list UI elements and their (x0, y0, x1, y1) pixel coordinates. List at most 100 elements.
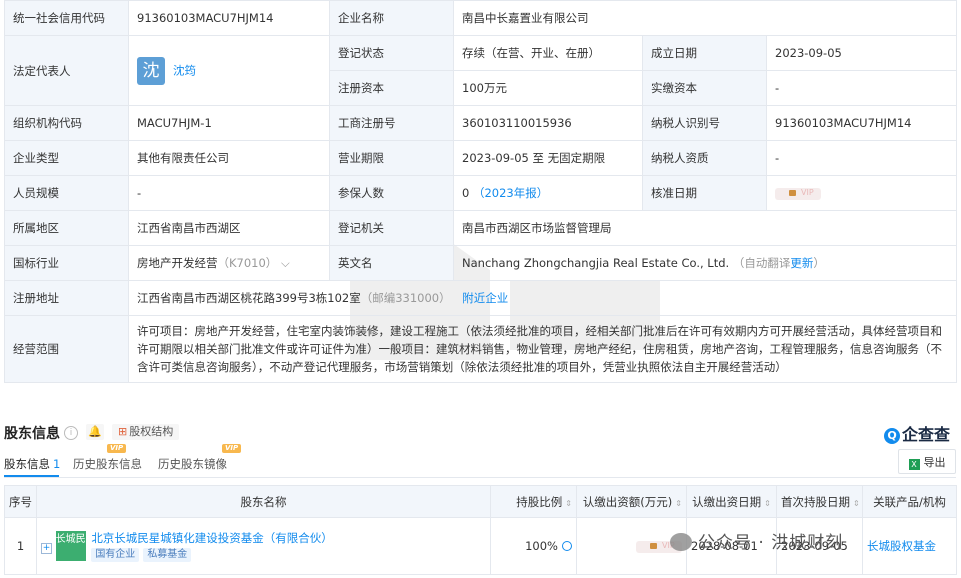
col-subscribe-date[interactable]: 认缴出资日期 ⇕ (686, 485, 777, 518)
founded-value: 2023-09-05 (765, 35, 958, 71)
tab-label: 历史股东信息 (73, 457, 142, 471)
reg-authority-value: 南昌市西湖区市场监督管理局 (452, 210, 958, 246)
col-amount[interactable]: 认缴出资额(万元) ⇕ (576, 485, 687, 518)
sort-icon: ⇕ (565, 498, 572, 508)
reg-status-label: 登记状态 (329, 35, 454, 71)
reg-capital-label: 注册资本 (329, 70, 454, 106)
staff-size-label: 人员规模 (4, 175, 129, 211)
company-name-label: 企业名称 (329, 0, 454, 36)
expand-icon[interactable]: + (41, 542, 52, 554)
bell-icon[interactable]: 🔔 (86, 424, 104, 440)
credit-code-label: 统一社会信用代码 (4, 0, 129, 36)
wechat-watermark: 公众号 · 洪城财刻 (670, 528, 843, 553)
info-icon[interactable]: i (64, 426, 78, 440)
credit-code-value: 91360103MACU7HJM14 (128, 0, 330, 36)
row-index: 1 (4, 517, 37, 575)
legal-rep-cell: 沈沈筠 (128, 35, 330, 106)
company-type-label: 企业类型 (4, 140, 129, 176)
insured-value: 0 (462, 186, 470, 200)
founded-label: 成立日期 (642, 35, 767, 71)
industry-cell[interactable]: 房地产开发经营（K7010） ⌵ (128, 245, 330, 281)
tab-count: 1 (53, 457, 61, 471)
approval-date-cell: VIP (765, 175, 958, 211)
tab-label: 股东信息 (4, 457, 50, 471)
excel-icon: X (908, 459, 920, 470)
approval-date-label: 核准日期 (642, 175, 767, 211)
biz-reg-no-label: 工商注册号 (329, 105, 454, 141)
industry-value: 房地产开发经营 (137, 256, 218, 270)
col-related: 关联产品/机构 (862, 485, 957, 518)
nearby-companies-link[interactable]: 附近企业 (462, 291, 508, 305)
taxpayer-qual-label: 纳税人资质 (642, 140, 767, 176)
scope-value: 许可项目：房地产开发经营，住宅室内装饰装修，建设工程施工（依法须经批准的项目，经… (127, 315, 958, 383)
address-value: 江西省南昌市西湖区桃花路399号3栋102室 (137, 291, 361, 305)
shareholder-name-link[interactable]: 北京长城民星城镇化建设投资基金（有限合伙） (91, 531, 333, 545)
tab-shareholders[interactable]: 股东信息 1 (4, 456, 61, 477)
vip-badge: VIP (107, 444, 127, 453)
org-code-label: 组织机构代码 (4, 105, 129, 141)
update-link[interactable]: 更新 (790, 256, 813, 270)
brand-logo: Q 企查查 (884, 421, 950, 445)
sort-icon: ⇕ (675, 498, 682, 508)
ratio-cell: 100% (490, 517, 577, 575)
taxpayer-id-label: 纳税人识别号 (642, 105, 767, 141)
paid-capital-value: - (765, 70, 958, 106)
shareholder-logo: 长城民星 (55, 531, 96, 561)
col-first-hold-date[interactable]: 首次持股日期 ⇕ (776, 485, 863, 518)
company-name-value: 南昌中长嘉置业有限公司 (452, 0, 958, 36)
tab-history-mirror[interactable]: 历史股东镜像 VIP (158, 444, 242, 472)
vip-badge: VIP (222, 444, 242, 453)
industry-code: （K7010） (217, 256, 278, 270)
english-name-cell: Nanchang Zhongchangjia Real Estate Co., … (452, 245, 958, 281)
reg-status-value: 存续（在营、开业、在册） (453, 35, 643, 71)
legal-rep-link[interactable]: 沈筠 (173, 63, 196, 77)
taxpayer-id-value: 91360103MACU7HJM14 (765, 105, 958, 141)
scope-label: 经营范围 (4, 315, 129, 383)
legal-rep-avatar[interactable]: 沈 (137, 56, 165, 85)
divider (4, 477, 956, 478)
chevron-down-icon[interactable]: ⌵ (281, 256, 290, 270)
ratio-value: 100% (525, 539, 558, 553)
col-ratio[interactable]: 持股比例 ⇕ (490, 485, 577, 518)
english-name-label: 英文名 (329, 245, 454, 281)
org-code-value: MACU7HJM-1 (128, 105, 330, 141)
company-type-value: 其他有限责任公司 (128, 140, 330, 176)
industry-label: 国标行业 (4, 245, 129, 281)
sort-icon: ⇕ (764, 498, 771, 508)
insured-label: 参保人数 (329, 175, 454, 211)
col-name: 股东名称 (36, 485, 491, 518)
region-label: 所属地区 (4, 210, 129, 246)
taxpayer-qual-value: - (765, 140, 958, 176)
paid-capital-label: 实缴资本 (642, 70, 767, 106)
sort-icon: ⇕ (853, 498, 860, 508)
vip-lock-icon[interactable]: VIP (775, 187, 821, 200)
related-product-link[interactable]: 长城股权基金 (862, 517, 957, 575)
structure-icon: ⊞ (118, 425, 128, 438)
tag-state-owned: 国有企业 (91, 548, 140, 562)
section-title: 股东信息 (4, 426, 60, 442)
legal-rep-label: 法定代表人 (4, 35, 129, 106)
equity-structure-label: 股权结构 (129, 425, 174, 438)
english-name-value: Nanchang Zhongchangjia Real Estate Co., … (462, 256, 730, 270)
insured-year-link[interactable]: （2023年报） (473, 186, 548, 200)
wechat-icon (670, 533, 692, 551)
col-index: 序号 (4, 485, 37, 518)
term-label: 营业期限 (329, 140, 454, 176)
company-info-table: 统一社会信用代码 91360103MACU7HJM14 企业名称 南昌中长嘉置业… (4, 0, 958, 383)
term-value: 2023-09-05 至 无固定期限 (453, 140, 643, 176)
postcode: （邮编331000） (360, 291, 451, 305)
qcc-logo-icon: Q (884, 428, 900, 444)
address-label: 注册地址 (4, 280, 129, 316)
equity-structure-button[interactable]: ⊞ 股权结构 (112, 424, 180, 440)
auto-translate-close: ） (813, 256, 825, 270)
tag-private-fund: 私募基金 (143, 548, 192, 562)
auto-translate-note: （自动翻译 (732, 256, 791, 270)
address-cell: 江西省南昌市西湖区桃花路399号3栋102室（邮编331000） 附近企业 (127, 280, 958, 316)
tab-label: 历史股东镜像 (158, 457, 227, 471)
insured-cell: 0 （2023年报） (453, 175, 643, 211)
region-value: 江西省南昌市西湖区 (128, 210, 330, 246)
tab-history-shareholders[interactable]: 历史股东信息 VIP (73, 444, 142, 472)
pie-chart-icon[interactable] (562, 541, 572, 551)
shareholder-cell: + 长城民星 北京长城民星城镇化建设投资基金（有限合伙） 国有企业 私募基金 (36, 517, 491, 575)
export-button[interactable]: X 导出 (898, 449, 956, 474)
